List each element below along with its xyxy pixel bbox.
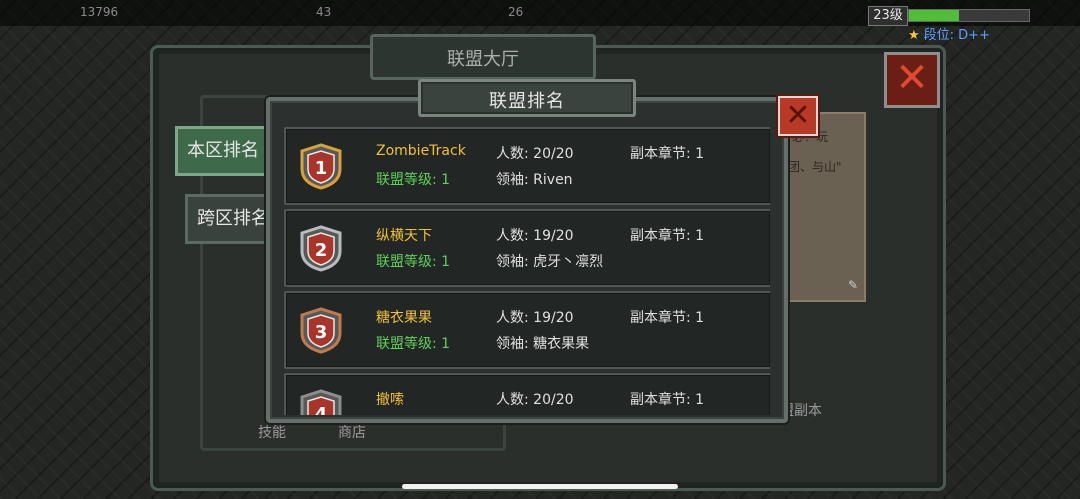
member-count: 人数: 19/20 [496,228,574,244]
exp-bar [908,9,1030,22]
dialog-title: 联盟排名 [489,91,565,112]
rank-medal-icon: 4 [296,387,346,415]
notice-panel: 必！玩 团、与山" ✎ [784,112,866,302]
exp-bar-fill [909,10,960,21]
ranking-row[interactable]: 2 纵横天下联盟等级: 1 人数: 19/20 领袖: 虎牙丶凛烈 副本章节: 1 [284,209,770,287]
rank-medal-icon: 3 [296,305,346,355]
member-count: 人数: 20/20 [496,146,574,162]
dungeon-chapter: 副本章节: 1 [630,310,705,326]
rank-indicator: ★ 段位: D++ [908,24,990,43]
alliance-level: 联盟等级: 1 [376,336,451,352]
lobby-title-plate: 联盟大厅 [370,34,596,80]
dungeon-chapter: 副本章节: 1 [630,392,705,408]
shop-label[interactable]: 商店 [338,422,366,442]
alliance-name: 纵横天下 [376,228,432,244]
ranking-row[interactable]: 1 ZombieTrack 联盟等级: 1 人数: 20/20 领袖: Riven 副本章… [284,127,770,205]
ranking-row[interactable]: 3 糖衣果果联盟等级: 1 人数: 19/20 领袖: 糖衣果果 副本章节: 1 [284,291,770,369]
leader-name: 领袖: 虎牙丶凛烈 [496,254,604,270]
alliance-name: 糖衣果果 [376,310,432,326]
member-count: 人数: 20/20 [496,392,574,408]
hud-value-1: 13796 [80,5,119,19]
rank-medal-icon: 2 [296,223,346,273]
dungeon-chapter: 副本章节: 1 [630,228,705,244]
ranking-dialog: 1 ZombieTrack 联盟等级: 1 人数: 20/20 领袖: Riven 副本章… [266,97,788,423]
hud-value-2: 43 [316,5,332,19]
player-level-badge: 23级 [868,6,908,26]
svg-text:2: 2 [315,240,328,261]
alliance-level: 联盟等级: 1 [376,254,451,270]
lobby-title: 联盟大厅 [447,49,519,70]
edit-icon[interactable]: ✎ [848,278,858,292]
rank-label: 段位: D++ [923,28,990,43]
ranking-list[interactable]: 1 ZombieTrack 联盟等级: 1 人数: 20/20 领袖: Riven 副本章… [284,127,770,415]
svg-text:4: 4 [315,404,328,415]
skill-label[interactable]: 技能 [258,422,286,442]
close-icon[interactable]: ✕ [778,96,818,136]
leader-name: 领袖: 糖衣果果 [496,336,590,352]
svg-text:3: 3 [315,322,328,343]
ranking-row[interactable]: 4 撤嗦 人数: 20/20 副本章节: 1 [284,373,770,415]
rank-medal-icon: 1 [296,141,346,191]
leader-name: 领袖: Riven [496,172,573,188]
svg-text:1: 1 [315,158,328,179]
dungeon-chapter: 副本章节: 1 [630,146,705,162]
alliance-name: 撤嗦 [376,392,404,408]
dialog-title-plate: 联盟排名 [418,79,636,117]
alliance-name: ZombieTrack [376,143,466,159]
star-icon: ★ [908,28,920,43]
alliance-level: 联盟等级: 1 [376,172,451,188]
member-count: 人数: 19/20 [496,310,574,326]
lobby-close-button[interactable]: ✕ [884,52,940,108]
tab-local-ranking[interactable]: 本区排名 [175,126,271,176]
notice-text-2: 团、与山" [788,160,842,174]
hud-value-3: 26 [508,5,524,19]
home-indicator[interactable] [402,484,678,489]
